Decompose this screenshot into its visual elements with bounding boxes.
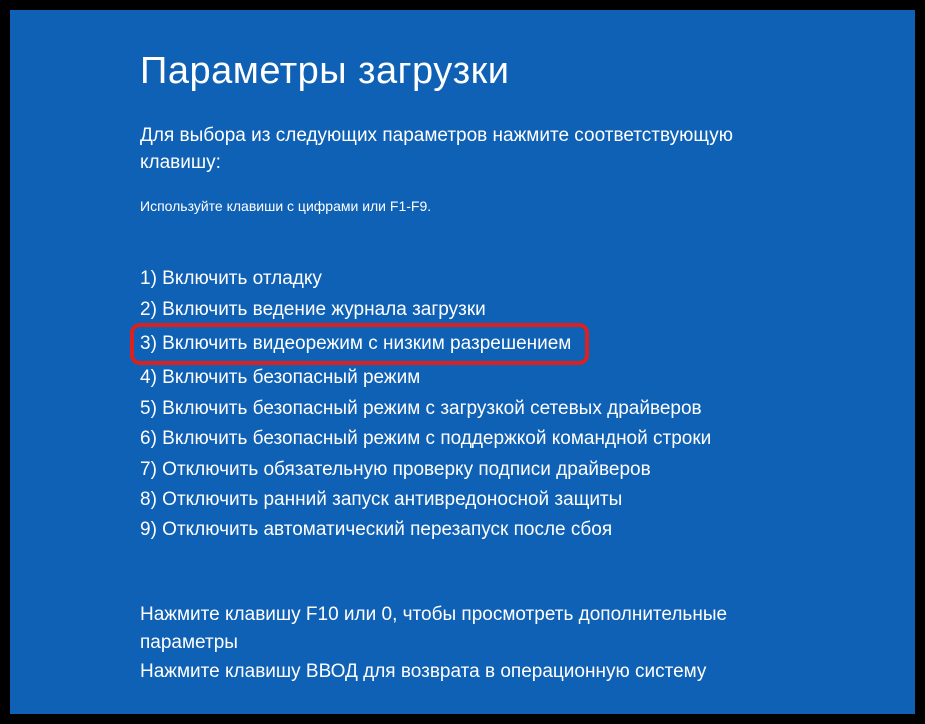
option-7-disable-driver-signature-enforcement[interactable]: 7) Отключить обязательную проверку подпи… — [140, 455, 651, 485]
instruction-text: Для выбора из следующих параметров нажми… — [140, 123, 795, 176]
startup-settings-screen: Параметры загрузки Для выбора из следующ… — [10, 10, 915, 714]
option-1-enable-debugging[interactable]: 1) Включить отладку — [140, 264, 322, 294]
highlight-annotation: 3) Включить видеорежим с низким разрешен… — [130, 323, 589, 365]
option-9-disable-automatic-restart[interactable]: 9) Отключить автоматический перезапуск п… — [140, 515, 612, 545]
startup-options-list: 1) Включить отладку 2) Включить ведение … — [140, 264, 795, 546]
outer-frame: Параметры загрузки Для выбора из следующ… — [0, 0, 925, 724]
option-2-enable-boot-logging[interactable]: 2) Включить ведение журнала загрузки — [140, 295, 486, 325]
footer-return-to-os: Нажмите клавишу ВВОД для возврата в опер… — [140, 658, 795, 687]
option-5-enable-safe-mode-networking[interactable]: 5) Включить безопасный режим с загрузкой… — [140, 394, 702, 424]
page-title: Параметры загрузки — [140, 50, 795, 93]
option-8-disable-early-antimalware[interactable]: 8) Отключить ранний запуск антивредоносн… — [140, 485, 622, 515]
option-3-enable-low-resolution-video[interactable]: 3) Включить видеорежим с низким разрешен… — [140, 329, 571, 359]
option-4-enable-safe-mode[interactable]: 4) Включить безопасный режим — [140, 363, 420, 393]
footer-more-options: Нажмите клавишу F10 или 0, чтобы просмот… — [140, 601, 795, 658]
hint-text: Используйте клавиши с цифрами или F1-F9. — [140, 198, 795, 214]
option-6-enable-safe-mode-command-prompt[interactable]: 6) Включить безопасный режим с поддержко… — [140, 424, 711, 454]
